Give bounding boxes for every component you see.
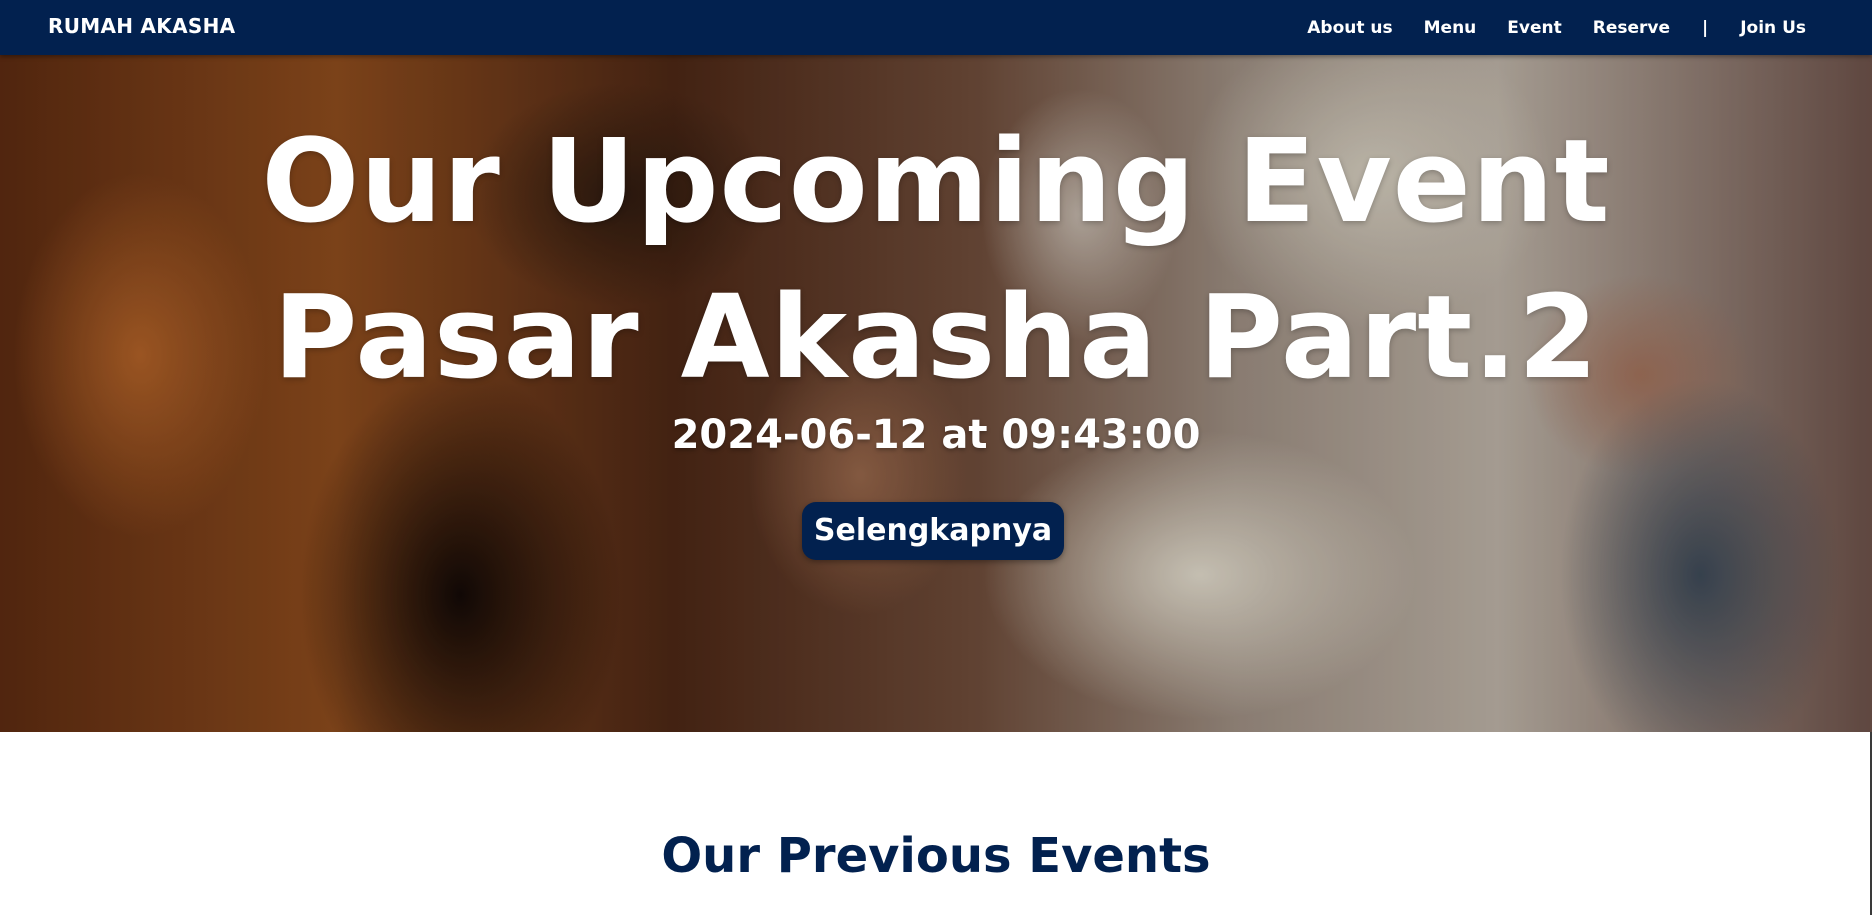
nav-link-reserve[interactable]: Reserve (1593, 18, 1670, 38)
previous-events-title: Our Previous Events (661, 828, 1211, 884)
top-navbar: RUMAH AKASHA About us Menu Event Reserve… (0, 0, 1872, 55)
selengkapnya-button[interactable]: Selengkapnya (802, 502, 1064, 560)
brand-logo-link[interactable]: RUMAH AKASHA (48, 14, 235, 38)
nav-link-join-us[interactable]: Join Us (1740, 18, 1806, 38)
hero-event-name: Pasar Akasha Part.2 (273, 271, 1599, 405)
hero-banner: Our Upcoming Event Pasar Akasha Part.2 2… (0, 55, 1872, 732)
nav-separator: | (1702, 17, 1709, 38)
nav-link-event[interactable]: Event (1507, 18, 1561, 38)
hero-title-line1: Our Upcoming Event (261, 115, 1611, 249)
previous-events-section: Our Previous Events (0, 732, 1872, 915)
nav-link-about-us[interactable]: About us (1307, 18, 1392, 38)
nav-link-menu[interactable]: Menu (1424, 18, 1477, 38)
nav-links: About us Menu Event Reserve | Join Us (1307, 0, 1806, 55)
hero-event-datetime: 2024-06-12 at 09:43:00 (671, 412, 1201, 458)
